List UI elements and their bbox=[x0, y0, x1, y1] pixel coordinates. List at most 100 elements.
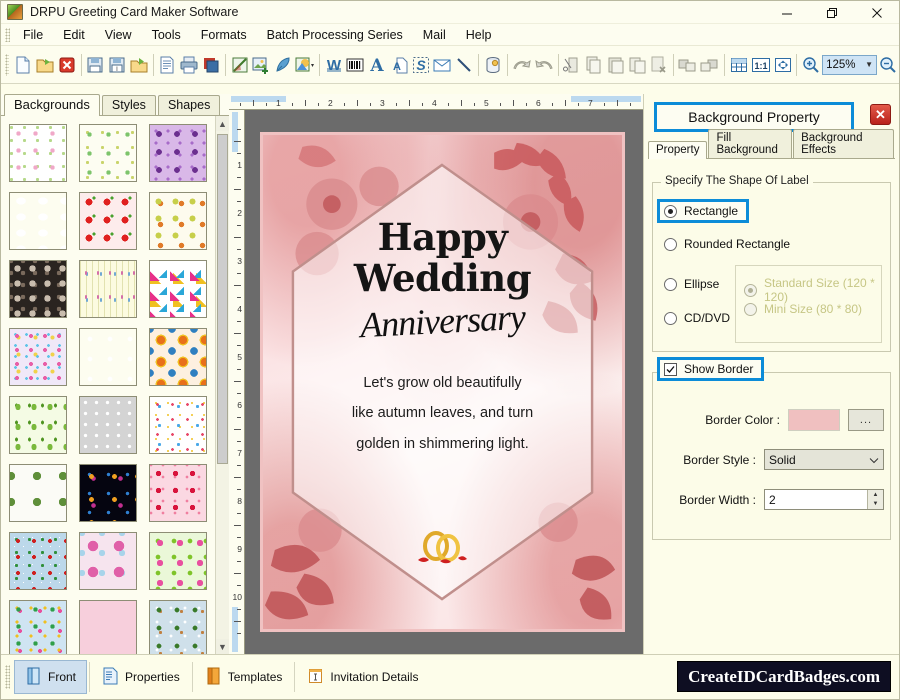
maximize-icon[interactable] bbox=[809, 1, 854, 24]
text-icon[interactable]: A bbox=[366, 51, 388, 79]
shape-option-cd-dvd[interactable]: CD/DVD bbox=[664, 311, 730, 325]
scrollbar-thumb[interactable] bbox=[217, 134, 228, 464]
shape-option-rounded-rectangle[interactable]: Rounded Rectangle bbox=[664, 237, 790, 251]
border-color-browse-button[interactable]: ... bbox=[848, 409, 884, 431]
shape-option-rectangle[interactable]: Rectangle bbox=[657, 199, 750, 223]
background-thumbnail[interactable] bbox=[9, 396, 67, 454]
background-thumbnail[interactable] bbox=[9, 260, 67, 318]
bottom-button-invitation-details[interactable]: Invitation Details bbox=[297, 660, 428, 694]
duplicate-icon[interactable] bbox=[627, 51, 649, 79]
background-thumbnail[interactable] bbox=[79, 260, 137, 318]
menu-item-view[interactable]: View bbox=[95, 26, 142, 44]
show-border-checkbox[interactable]: Show Border bbox=[657, 357, 765, 381]
scroll-down-arrow-icon[interactable]: ▼ bbox=[216, 639, 229, 654]
menu-item-formats[interactable]: Formats bbox=[191, 26, 257, 44]
redo-icon[interactable] bbox=[533, 51, 555, 79]
text-box-icon[interactable]: A bbox=[388, 51, 410, 79]
background-thumbnail[interactable] bbox=[79, 328, 137, 386]
canvas-stage[interactable]: Happy Wedding Anniversary Let's grow old… bbox=[245, 110, 643, 654]
tab-backgrounds[interactable]: Backgrounds bbox=[4, 94, 100, 116]
greeting-card[interactable]: Happy Wedding Anniversary Let's grow old… bbox=[260, 132, 625, 632]
background-thumbnail[interactable] bbox=[79, 396, 137, 454]
signature-icon[interactable]: S bbox=[410, 51, 432, 79]
border-width-stepper[interactable]: 2 ▲ ▼ bbox=[764, 489, 884, 510]
preview-icon[interactable] bbox=[157, 51, 179, 79]
barcode-icon[interactable] bbox=[345, 51, 367, 79]
background-thumbnail[interactable] bbox=[9, 464, 67, 522]
email-icon[interactable] bbox=[432, 51, 454, 79]
open-template-icon[interactable] bbox=[128, 51, 150, 79]
line-icon[interactable] bbox=[453, 51, 475, 79]
stepper-down-icon[interactable]: ▼ bbox=[868, 500, 883, 510]
tab-styles[interactable]: Styles bbox=[101, 95, 156, 115]
background-thumbnail[interactable] bbox=[149, 396, 207, 454]
menu-item-mail[interactable]: Mail bbox=[413, 26, 456, 44]
watermark-icon[interactable]: W bbox=[323, 51, 345, 79]
send-back-icon[interactable] bbox=[699, 51, 721, 79]
background-thumbnail[interactable] bbox=[149, 532, 207, 590]
background-thumbnail[interactable] bbox=[9, 124, 67, 182]
background-thumbnail[interactable] bbox=[9, 532, 67, 590]
menu-grip[interactable] bbox=[5, 27, 10, 42]
zoom-in-icon[interactable] bbox=[800, 51, 822, 79]
background-thumbnail[interactable] bbox=[149, 124, 207, 182]
zoom-combo[interactable]: 125% ▼ bbox=[822, 54, 878, 75]
menu-item-file[interactable]: File bbox=[13, 26, 53, 44]
shape-picker-icon[interactable] bbox=[294, 51, 316, 79]
card-text-block[interactable]: Happy Wedding Anniversary Let's grow old… bbox=[263, 219, 622, 459]
new-document-icon[interactable] bbox=[12, 51, 34, 79]
menu-item-tools[interactable]: Tools bbox=[142, 26, 191, 44]
cut-icon[interactable] bbox=[561, 51, 583, 79]
menu-item-edit[interactable]: Edit bbox=[53, 26, 95, 44]
paste-icon[interactable] bbox=[605, 51, 627, 79]
left-panel-scrollbar[interactable]: ▲ ▼ bbox=[215, 116, 229, 654]
undo-icon[interactable] bbox=[511, 51, 533, 79]
background-thumbnail[interactable] bbox=[149, 600, 207, 654]
brand-badge[interactable]: CreateIDCardBadges.com bbox=[677, 661, 891, 692]
tab-shapes[interactable]: Shapes bbox=[157, 95, 221, 115]
copy-icon[interactable] bbox=[583, 51, 605, 79]
delete-object-icon[interactable] bbox=[648, 51, 670, 79]
background-thumbnail[interactable] bbox=[79, 464, 137, 522]
bottom-button-templates[interactable]: Templates bbox=[195, 660, 293, 694]
add-image-icon[interactable] bbox=[250, 51, 272, 79]
shape-option-ellipse[interactable]: Ellipse bbox=[664, 277, 719, 291]
stepper-up-icon[interactable]: ▲ bbox=[868, 490, 883, 500]
close-icon[interactable] bbox=[854, 1, 899, 24]
print-layers-icon[interactable] bbox=[200, 51, 222, 79]
zoom-out-icon[interactable] bbox=[877, 51, 899, 79]
bring-front-icon[interactable] bbox=[677, 51, 699, 79]
print-icon[interactable] bbox=[178, 51, 200, 79]
background-thumbnail[interactable] bbox=[149, 328, 207, 386]
grid-icon[interactable] bbox=[728, 51, 750, 79]
background-thumbnail[interactable] bbox=[9, 192, 67, 250]
save-as-icon[interactable]: I bbox=[106, 51, 128, 79]
background-thumbnail[interactable] bbox=[79, 124, 137, 182]
close-icon[interactable]: ✕ bbox=[870, 104, 891, 125]
background-thumbnail[interactable] bbox=[79, 532, 137, 590]
background-thumbnail[interactable] bbox=[79, 192, 137, 250]
open-folder-icon[interactable] bbox=[34, 51, 56, 79]
fit-page-icon[interactable] bbox=[772, 51, 794, 79]
menu-item-batch-processing-series[interactable]: Batch Processing Series bbox=[257, 26, 413, 44]
menu-item-help[interactable]: Help bbox=[456, 26, 502, 44]
toolbar-grip[interactable] bbox=[5, 53, 10, 76]
quill-icon[interactable] bbox=[272, 51, 294, 79]
pen-draw-icon[interactable] bbox=[229, 51, 251, 79]
background-thumbnail[interactable] bbox=[79, 600, 137, 654]
bottom-button-properties[interactable]: Properties bbox=[92, 660, 190, 694]
background-thumbnail[interactable] bbox=[9, 328, 67, 386]
delete-red-x-icon[interactable] bbox=[56, 51, 78, 79]
tab-property[interactable]: Property bbox=[648, 141, 708, 159]
background-thumbnail[interactable] bbox=[149, 192, 207, 250]
border-color-swatch[interactable] bbox=[788, 409, 840, 431]
tab-fill-background[interactable]: Fill Background bbox=[708, 129, 793, 158]
stepper-buttons[interactable]: ▲ ▼ bbox=[867, 490, 883, 509]
tab-background-effects[interactable]: Background Effects bbox=[793, 129, 894, 158]
actual-size-icon[interactable]: 1:1 bbox=[750, 51, 772, 79]
minimize-icon[interactable] bbox=[764, 1, 809, 24]
database-icon[interactable] bbox=[482, 51, 504, 79]
save-icon[interactable] bbox=[84, 51, 106, 79]
background-thumbnail[interactable] bbox=[149, 464, 207, 522]
scroll-up-arrow-icon[interactable]: ▲ bbox=[216, 116, 229, 131]
